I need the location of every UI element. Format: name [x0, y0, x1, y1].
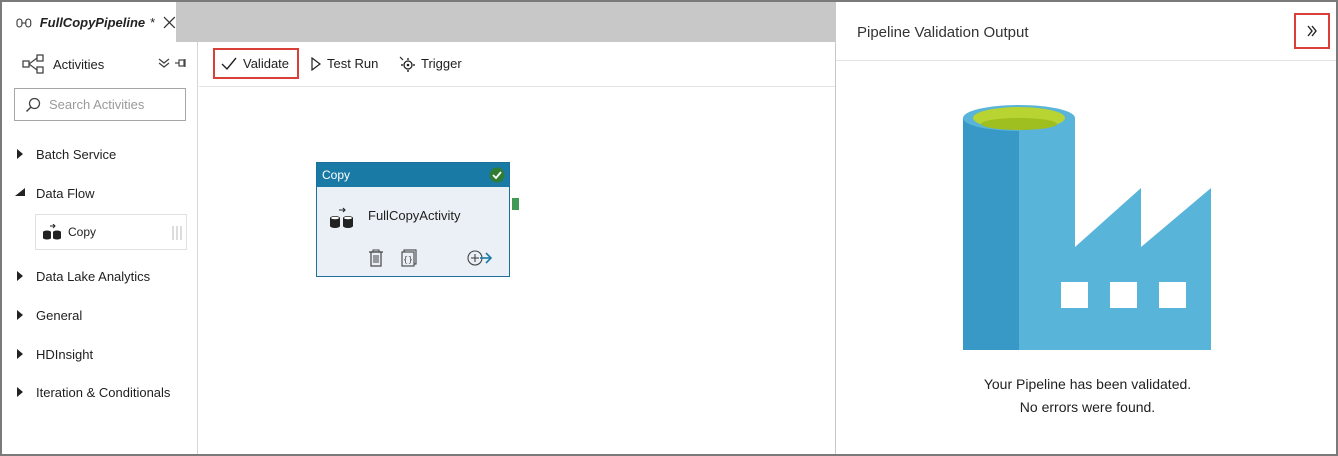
caret-right-icon	[17, 310, 23, 320]
pin-icon[interactable]	[174, 57, 186, 69]
category-general[interactable]: General	[14, 305, 82, 325]
category-label: Data Flow	[36, 185, 95, 201]
activity-item-copy[interactable]: Copy	[35, 214, 187, 250]
validated-check-icon	[489, 167, 505, 183]
pipeline-icon	[16, 17, 32, 28]
app-window: FullCopyPipeline * Activities Search Act…	[0, 0, 1338, 456]
svg-text:{}: {}	[403, 255, 413, 264]
close-icon[interactable]	[163, 16, 176, 29]
category-iteration-conditionals[interactable]: Iteration & Conditionals	[14, 382, 170, 402]
caret-down-icon	[15, 188, 25, 196]
category-label: General	[36, 307, 83, 323]
unsaved-indicator: *	[150, 15, 156, 30]
category-label: HDInsight	[36, 346, 94, 362]
caret-right-icon	[17, 387, 23, 397]
validation-title: Pipeline Validation Output	[857, 24, 1029, 41]
category-label: Data Lake Analytics	[36, 268, 151, 284]
double-chevron-right-icon	[1307, 25, 1317, 37]
trigger-button[interactable]: Trigger	[393, 48, 468, 79]
data-factory-illustration	[963, 105, 1211, 350]
copy-activity-icon	[330, 207, 353, 228]
tab-strip: FullCopyPipeline *	[2, 2, 835, 43]
test-run-label: Test Run	[327, 56, 379, 71]
validation-header: Pipeline Validation Output	[836, 2, 1336, 61]
validation-message-line1: Your Pipeline has been validated.	[983, 376, 1192, 392]
category-data-lake-analytics[interactable]: Data Lake Analytics	[14, 266, 150, 286]
validation-output-pane: Pipeline Validation Output Your Pipeline	[835, 2, 1336, 454]
canvas-toolbar: Validate Test Run Trigger	[199, 42, 835, 87]
copy-activity-icon	[43, 224, 61, 240]
trigger-label: Trigger	[421, 56, 462, 71]
collapse-all-icon[interactable]	[158, 57, 170, 69]
activities-pane: Activities Batch Serv	[2, 42, 198, 454]
node-type-label: Copy	[322, 168, 351, 182]
caret-right-icon	[17, 271, 23, 281]
search-activities-box[interactable]	[14, 88, 186, 121]
pipeline-canvas[interactable]: Validate Test Run Trigger Copy FullCopyA…	[199, 42, 835, 454]
search-input[interactable]	[49, 97, 179, 112]
test-run-button[interactable]: Test Run	[305, 48, 384, 79]
node-header: Copy	[317, 163, 509, 187]
validate-button[interactable]: Validate	[213, 48, 299, 79]
activities-icon	[22, 54, 44, 74]
activities-header: Activities	[22, 54, 192, 74]
drag-handle-icon[interactable]	[172, 225, 182, 241]
tab-fullcopypipeline[interactable]: FullCopyPipeline *	[2, 2, 177, 43]
category-data-flow[interactable]: Data Flow	[14, 183, 95, 203]
category-batch-service[interactable]: Batch Service	[14, 144, 116, 164]
activities-title: Activities	[53, 56, 105, 72]
search-icon	[25, 97, 41, 112]
category-hdinsight[interactable]: HDInsight	[14, 344, 93, 364]
validate-label: Validate	[243, 56, 290, 71]
category-label: Iteration & Conditionals	[36, 384, 171, 400]
trigger-gear-icon	[399, 56, 415, 72]
add-output-icon[interactable]	[467, 249, 493, 267]
delete-icon[interactable]	[368, 249, 384, 267]
node-activity-name: FullCopyActivity	[368, 208, 461, 223]
caret-right-icon	[17, 349, 23, 359]
caret-right-icon	[17, 149, 23, 159]
activity-item-label: Copy	[68, 225, 97, 239]
category-label: Batch Service	[36, 146, 117, 162]
tab-title: FullCopyPipeline	[39, 15, 146, 30]
collapse-pane-button[interactable]	[1294, 13, 1330, 49]
output-port[interactable]	[512, 198, 519, 210]
play-icon	[311, 56, 321, 71]
code-icon[interactable]: {}	[401, 249, 417, 267]
copy-activity-node[interactable]: Copy FullCopyActivity {}	[316, 162, 510, 277]
checkmark-icon	[221, 57, 237, 70]
validation-message-line2: No errors were found.	[1019, 399, 1156, 415]
